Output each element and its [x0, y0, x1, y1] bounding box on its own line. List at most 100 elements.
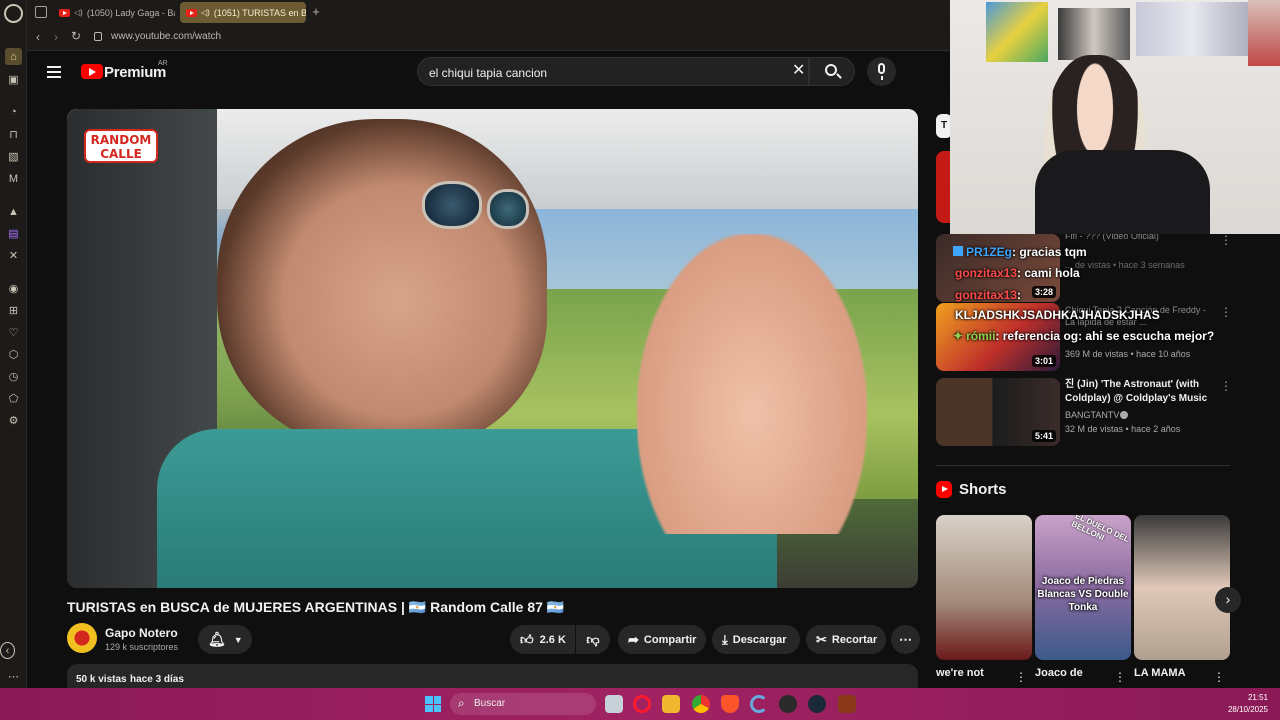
opera-taskbar-icon[interactable] [633, 695, 651, 713]
tab-turistas[interactable]: ◁) (1051) TURISTAS en B [180, 2, 306, 23]
cube-icon[interactable]: ⬡ [5, 346, 22, 363]
upload-age: hace 3 días [130, 674, 184, 685]
clock-time[interactable]: 21:51 [1228, 693, 1268, 702]
pinboard-icon[interactable]: ▧ [5, 148, 22, 165]
new-tab-plus-icon[interactable]: + [309, 5, 323, 19]
brave-icon[interactable] [721, 695, 739, 713]
short-title-1[interactable]: we're not [936, 667, 984, 679]
shorts-icon [936, 481, 952, 498]
channel-name[interactable]: Gapo Notero [105, 626, 178, 640]
share-button[interactable]: ➦ Compartir [618, 625, 706, 654]
premium-logo-text[interactable]: Premium [104, 64, 166, 81]
chat-user: rómii [966, 329, 996, 343]
short-menu-icon[interactable]: ⋮ [1114, 670, 1126, 684]
waving-hand [637, 234, 867, 534]
player-icon[interactable]: ◉ [5, 280, 22, 297]
notification-bell-button[interactable]: 🔔︎ ▼ [198, 625, 252, 654]
more-icon[interactable]: ⋯ [5, 668, 22, 685]
chat-text: : cami hola [1017, 266, 1080, 280]
url-field[interactable]: www.youtube.com/watch [111, 31, 221, 42]
steam-icon[interactable] [808, 695, 826, 713]
short-title-2[interactable]: Joaco de [1035, 667, 1083, 679]
like-button[interactable]: 👍︎ 2.6 K [510, 625, 575, 654]
messenger-icon[interactable]: M [5, 170, 22, 187]
app-icon[interactable] [750, 695, 768, 713]
aria-icon[interactable]: ◔ [5, 103, 22, 120]
chat-message-5: ✦ rómii: referencia og: ahi se escucha me… [953, 329, 1214, 343]
file-explorer-icon[interactable] [662, 695, 680, 713]
windows-start-icon[interactable] [425, 696, 441, 712]
game-icon[interactable] [838, 695, 856, 713]
back-icon[interactable]: ‹ [36, 30, 40, 44]
search-button[interactable] [809, 57, 855, 86]
extensions-icon[interactable]: ⬠ [5, 390, 22, 407]
thumbs-down-icon: 👎︎ [586, 631, 600, 647]
clock-date[interactable]: 28/10/2025 [1218, 705, 1268, 714]
workspace-icon[interactable]: ⊓ [5, 126, 22, 143]
dislike-button[interactable]: 👎︎ [576, 625, 610, 654]
obs-icon[interactable] [779, 695, 797, 713]
related-thumb-3[interactable]: 5:41 [936, 378, 1060, 446]
verified-icon [1120, 411, 1128, 419]
item-menu-icon[interactable]: ⋮ [1220, 379, 1232, 393]
scissors-icon: ✂ [816, 631, 827, 647]
forward-icon[interactable]: › [54, 30, 58, 44]
youtube-favicon-icon [186, 8, 197, 17]
short-menu-icon[interactable]: ⋮ [1015, 670, 1027, 684]
item-menu-icon[interactable]: ⋮ [1220, 233, 1232, 247]
related-meta-3: 32 M de vistas • hace 2 años [1065, 424, 1181, 434]
item-menu-icon[interactable]: ⋮ [1220, 305, 1232, 319]
download-button[interactable]: ⤓ Descargar [712, 625, 800, 654]
sunglasses-lens [422, 181, 482, 229]
settings-icon[interactable]: ⚙ [5, 412, 22, 429]
taskbar-search[interactable]: ⌕ Buscar [450, 693, 596, 715]
history-icon[interactable]: ◷ [5, 368, 22, 385]
opera-sidebar: ⌂ ▣ ◔ ⊓ ▧ M ▲ ▤ ✕ ◉ ⊞ ♡ ⬡ ◷ ⬠ ⚙ ‹ ⋯ [0, 0, 27, 688]
home-icon[interactable]: ⌂ [5, 48, 22, 65]
reload-icon[interactable]: ↻ [71, 29, 81, 43]
apps-icon[interactable]: ⊞ [5, 302, 22, 319]
short-thumb-1[interactable] [936, 515, 1032, 660]
channel-avatar[interactable] [67, 623, 97, 653]
task-view-icon[interactable] [605, 695, 623, 713]
lock-icon [94, 32, 102, 41]
youtube-masthead: Premium AR el chiqui tapia cancion ✕ [27, 51, 950, 97]
bell-icon: 🔔︎ [208, 631, 226, 647]
more-actions-button[interactable]: ⋯ [891, 625, 920, 654]
clip-label: Recortar [831, 633, 878, 646]
streamer-body [1035, 150, 1210, 234]
twitch-icon[interactable]: ▤ [5, 225, 22, 242]
voice-search-button[interactable] [867, 57, 896, 86]
wall-poster [1248, 0, 1280, 66]
related-thumb-0[interactable] [936, 151, 950, 223]
tab-menu-icon[interactable] [35, 6, 47, 18]
aria-ai-icon[interactable]: ▲ [5, 203, 22, 220]
tab-label: (1050) Lady Gaga - Ba [86, 7, 175, 18]
clear-search-icon[interactable]: ✕ [792, 63, 805, 79]
address-bar: ‹ › ↻ www.youtube.com/watch [27, 25, 950, 51]
short-thumb-3[interactable] [1134, 515, 1230, 660]
video-player[interactable]: RANDOM CALLE [67, 109, 918, 588]
youtube-favicon-icon [59, 8, 70, 17]
shorts-next-button[interactable]: › [1215, 587, 1241, 613]
hamburger-menu-icon[interactable] [47, 66, 61, 78]
person-head [217, 119, 547, 449]
short-thumb-2[interactable]: EL DUELO DEL BELLONI Joaco de Piedras Bl… [1035, 515, 1131, 660]
duration-badge: 3:01 [1031, 355, 1056, 367]
tab-lady-gaga[interactable]: ◁) (1050) Lady Gaga - Ba [53, 2, 175, 23]
search-input[interactable]: el chiqui tapia cancion ✕ [417, 57, 809, 86]
related-title-3[interactable]: 진 (Jin) 'The Astronaut' (with Coldplay) … [1065, 378, 1215, 406]
clip-button[interactable]: ✂ Recortar [806, 625, 886, 654]
x-icon[interactable]: ✕ [5, 247, 22, 264]
short-menu-icon[interactable]: ⋮ [1213, 670, 1225, 684]
duration-badge: 3:28 [1031, 286, 1056, 298]
collapse-icon[interactable]: ‹ [0, 642, 15, 659]
chrome-icon[interactable] [692, 695, 710, 713]
youtube-logo-icon[interactable] [81, 64, 103, 79]
heart-icon[interactable]: ♡ [5, 324, 22, 341]
opera-logo-icon[interactable] [4, 4, 23, 23]
gamepad-icon[interactable]: ▣ [5, 71, 22, 88]
related-channel-3[interactable]: BANGTANTV [1065, 410, 1119, 420]
short-title-3[interactable]: LA MAMA [1134, 667, 1186, 679]
divider [936, 465, 1230, 466]
